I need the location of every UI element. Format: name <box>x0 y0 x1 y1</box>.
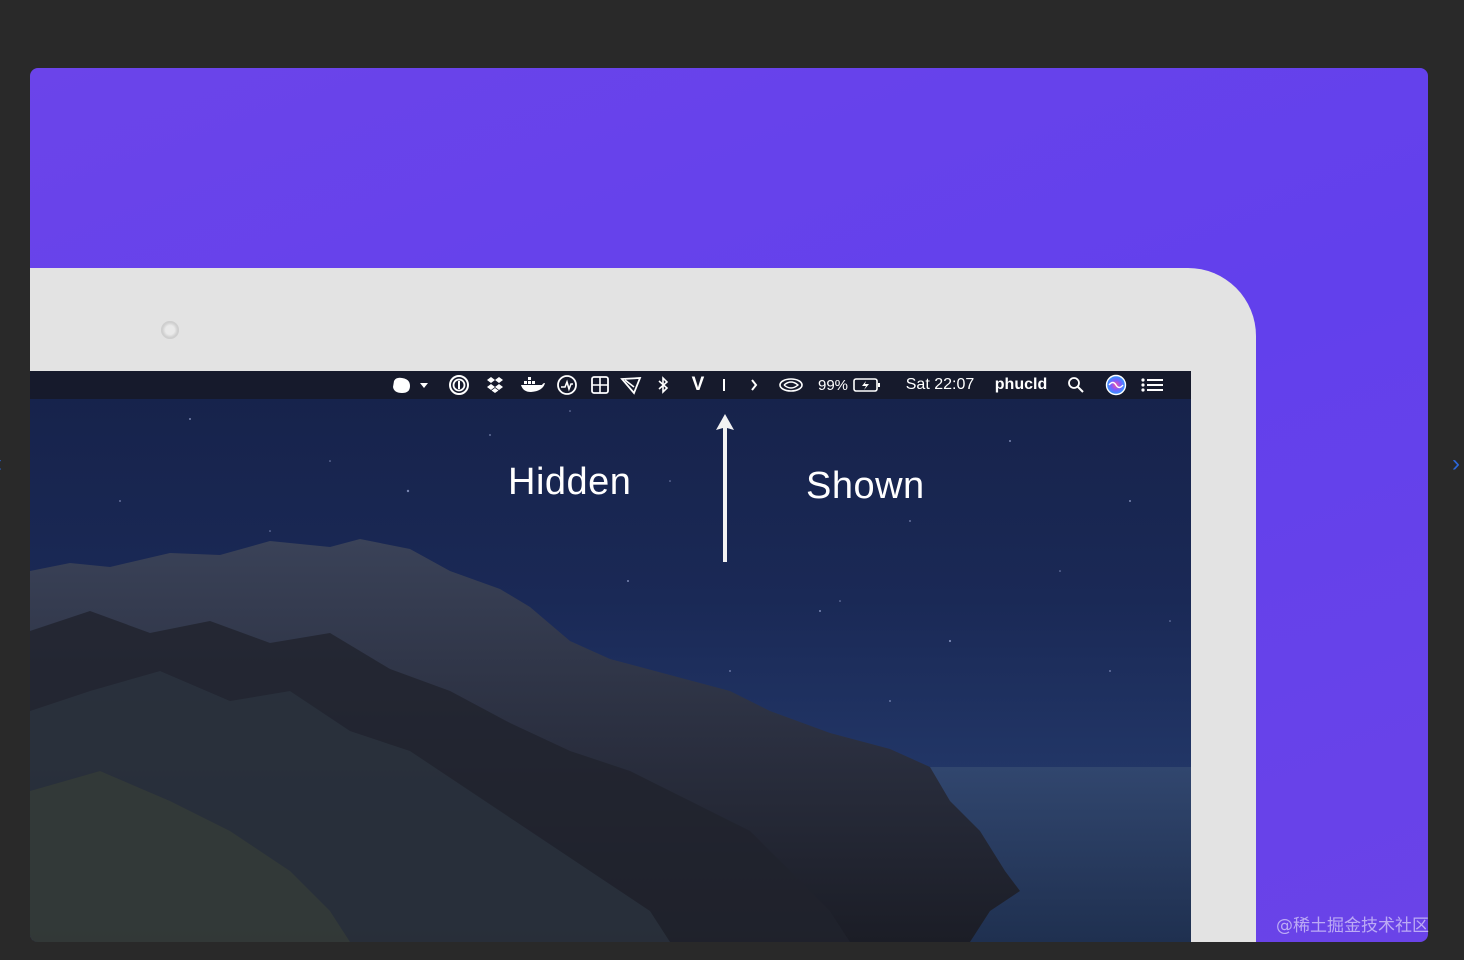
battery-percent[interactable]: 99% <box>815 371 851 399</box>
promo-card: V 99% Sat 22:07 phucld Hidden Shown <box>30 68 1428 942</box>
blob-dropdown-icon[interactable] <box>390 371 432 399</box>
battery-charging-icon[interactable] <box>851 371 883 399</box>
onepassword-icon[interactable] <box>447 371 471 399</box>
mountain-landscape <box>30 539 1191 942</box>
left-chevron-mark: ‹ <box>0 450 2 478</box>
hidden-label: Hidden <box>508 461 632 503</box>
up-arrow-icon <box>716 414 734 562</box>
istat-activity-icon[interactable] <box>555 371 579 399</box>
grid-tool-icon[interactable] <box>589 371 611 399</box>
shown-label: Shown <box>806 465 925 507</box>
list-icon[interactable] <box>1139 371 1165 399</box>
siri-icon[interactable] <box>1104 371 1128 399</box>
macos-menu-bar: V 99% Sat 22:07 phucld <box>30 371 1191 399</box>
screenshot-pen-icon[interactable] <box>619 371 643 399</box>
docker-icon[interactable] <box>518 371 546 399</box>
clock[interactable]: Sat 22:07 <box>899 371 981 399</box>
vimac-v-icon[interactable]: V <box>688 371 708 399</box>
cloud-sync-icon[interactable] <box>777 371 805 399</box>
dropbox-icon[interactable] <box>484 371 506 399</box>
username[interactable]: phucld <box>990 371 1052 399</box>
watermark: @稀土掘金技术社区 <box>1276 916 1429 936</box>
search-icon[interactable] <box>1065 371 1087 399</box>
bluetooth-icon[interactable] <box>654 371 672 399</box>
right-chevron-mark: › <box>1452 450 1460 477</box>
divider-bar-icon[interactable] <box>719 371 729 399</box>
desktop-screen: V 99% Sat 22:07 phucld Hidden Shown <box>30 371 1191 942</box>
camera-icon <box>161 321 179 339</box>
chevron-right-icon[interactable] <box>747 371 761 399</box>
